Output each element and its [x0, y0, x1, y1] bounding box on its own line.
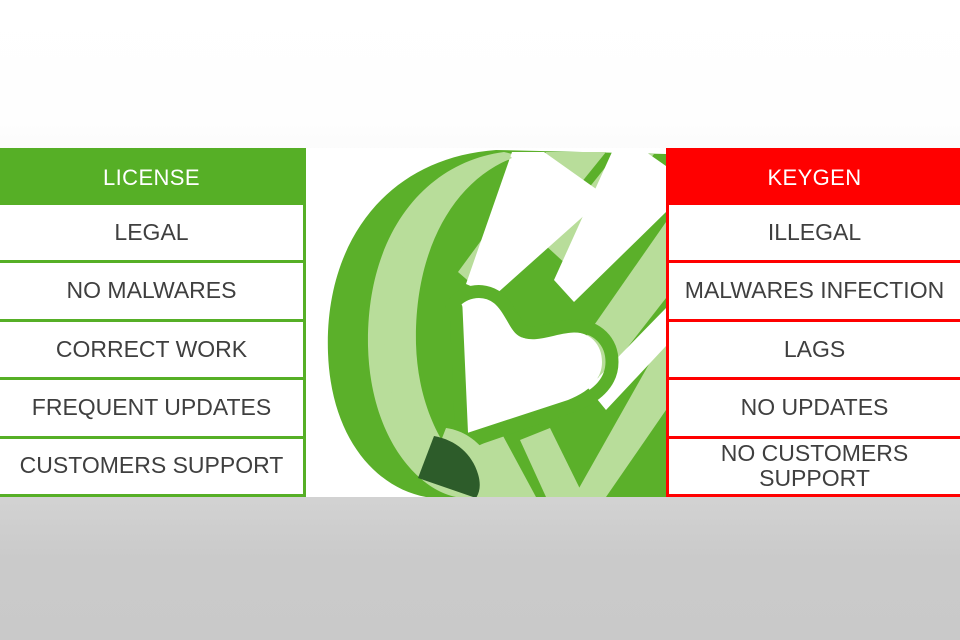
license-item: LEGAL [0, 205, 303, 261]
license-item: NO MALWARES [0, 260, 303, 319]
keygen-item: MALWARES INFECTION [669, 260, 960, 319]
keygen-panel: KEYGEN ILLEGAL MALWARES INFECTION LAGS N… [666, 148, 960, 497]
comparison-strip: LICENSE LEGAL NO MALWARES CORRECT WORK F… [0, 148, 960, 497]
screenshot-canvas: LICENSE LEGAL NO MALWARES CORRECT WORK F… [0, 0, 960, 640]
license-item-list: LEGAL NO MALWARES CORRECT WORK FREQUENT … [0, 205, 303, 495]
keygen-item-list: ILLEGAL MALWARES INFECTION LAGS NO UPDAT… [669, 205, 960, 495]
license-item: CUSTOMERS SUPPORT [0, 435, 303, 495]
keygen-item: LAGS [669, 318, 960, 378]
license-item: FREQUENT UPDATES [0, 377, 303, 436]
keygen-item: NO UPDATES [669, 377, 960, 436]
keygen-item: ILLEGAL [669, 205, 960, 261]
license-item: CORRECT WORK [0, 318, 303, 378]
license-panel: LICENSE LEGAL NO MALWARES CORRECT WORK F… [0, 148, 306, 497]
license-panel-title: LICENSE [0, 151, 303, 205]
keygen-item: NO CUSTOMERS SUPPORT [669, 435, 960, 495]
keygen-panel-title: KEYGEN [669, 151, 960, 205]
